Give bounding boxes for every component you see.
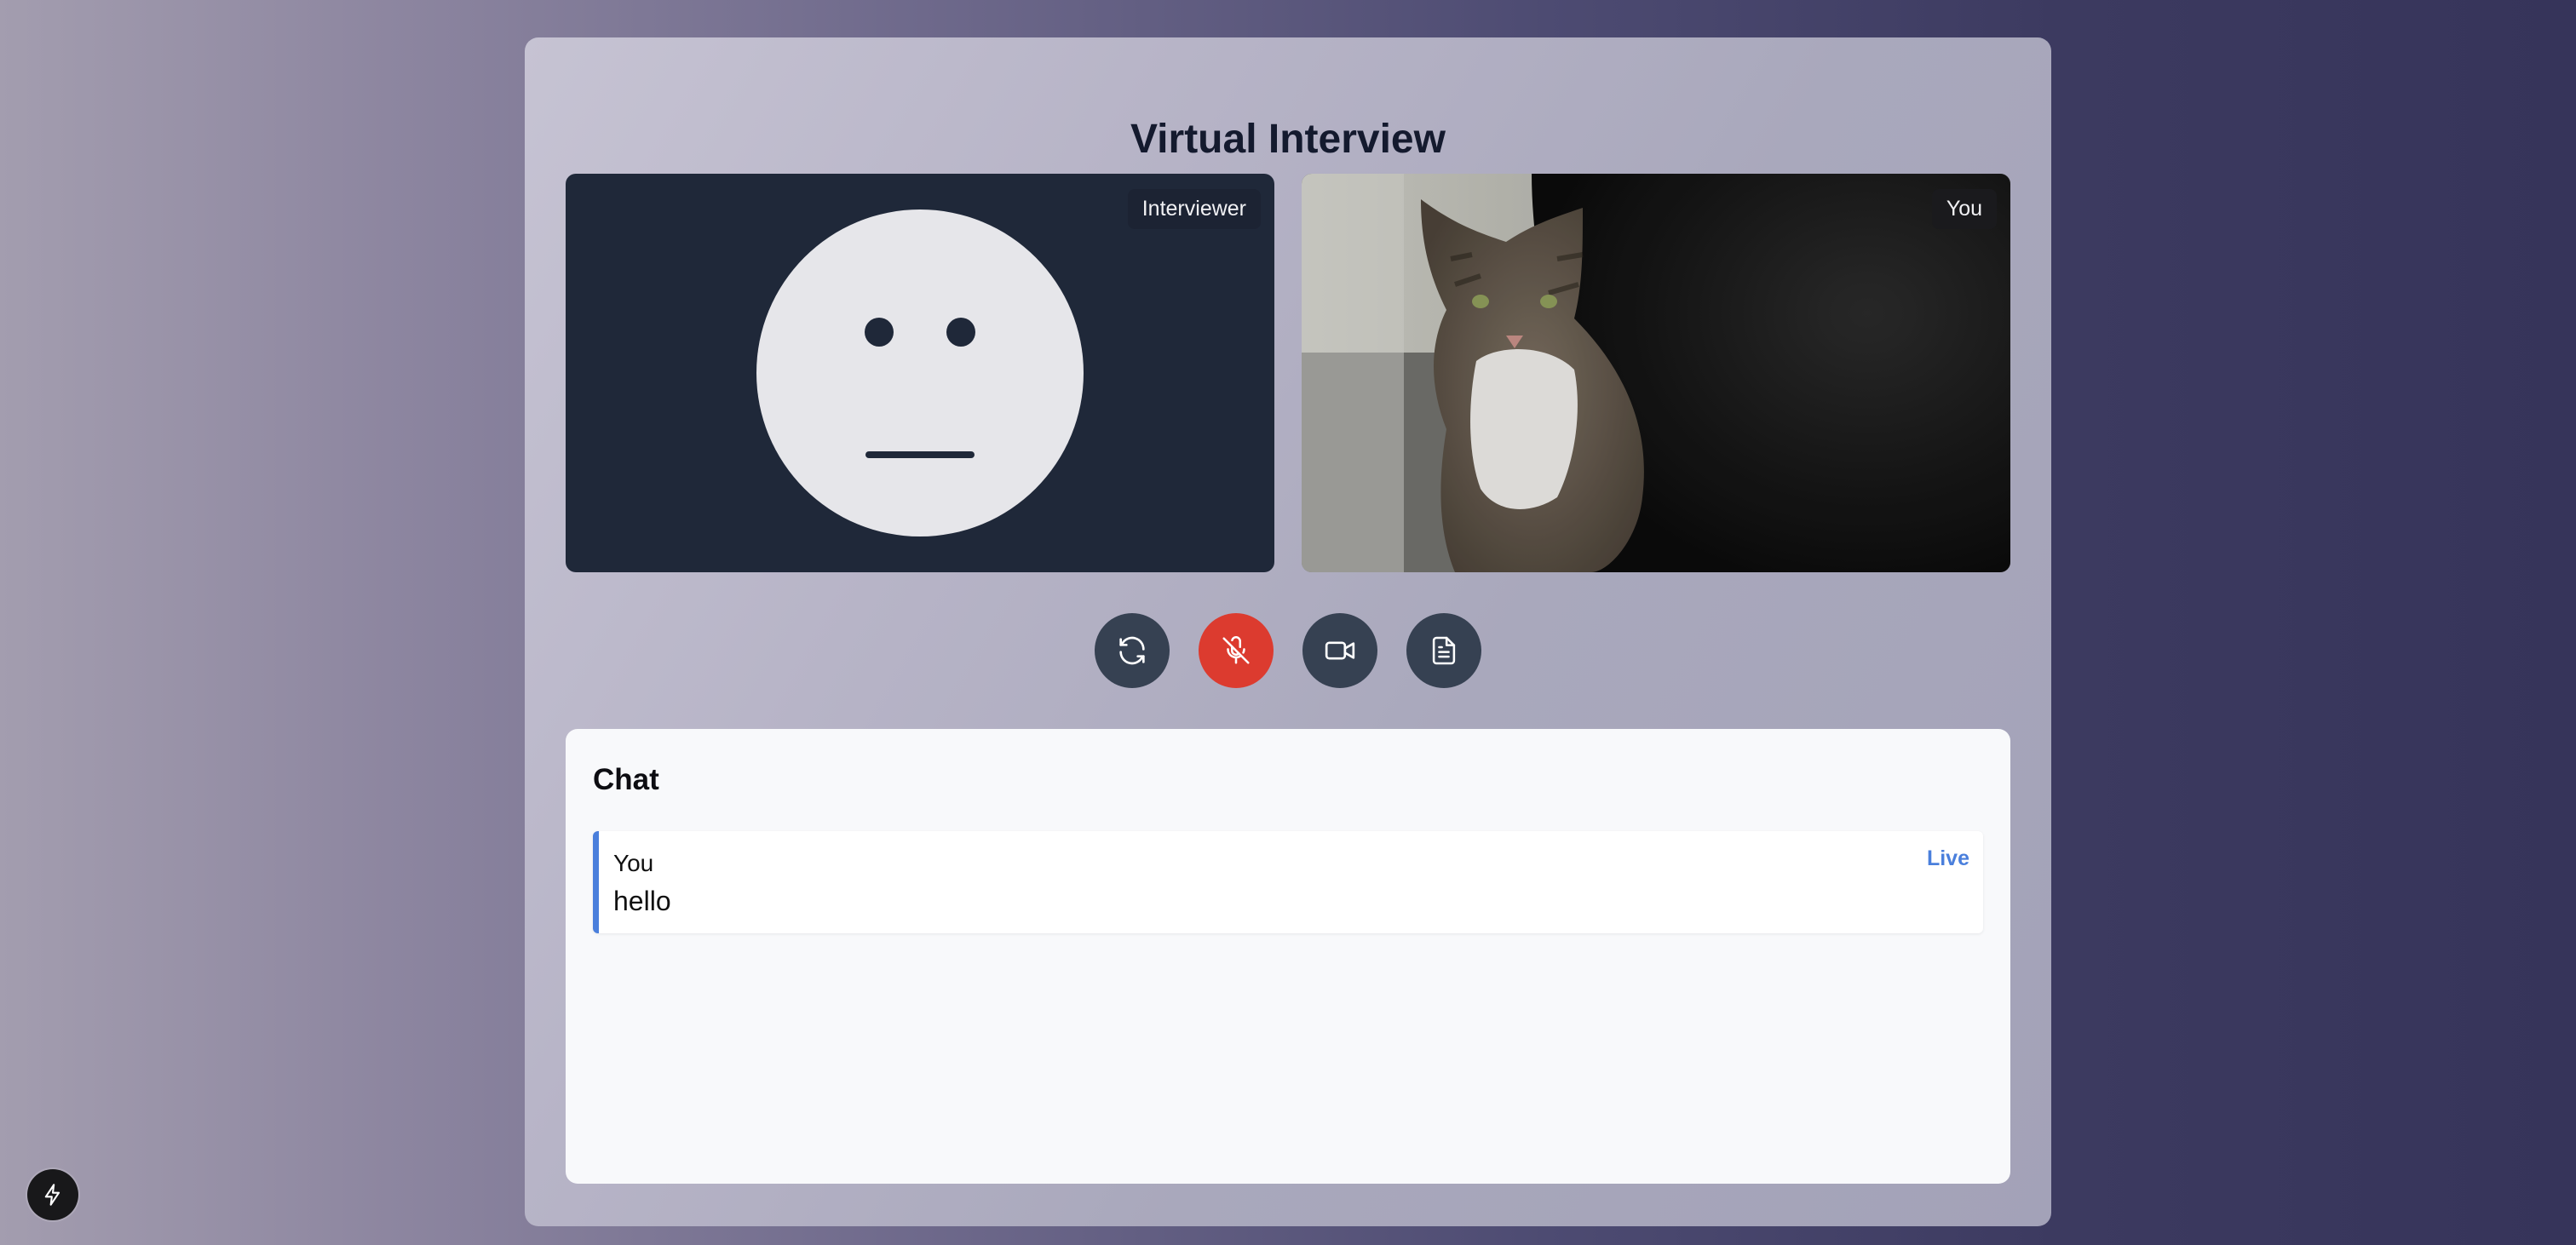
dev-tools-button[interactable] (27, 1169, 78, 1220)
video-toggle-button[interactable] (1302, 613, 1377, 688)
interviewer-video-tile: Interviewer (566, 174, 1274, 572)
interview-panel: Virtual Interview Interviewer You Chat Y… (525, 37, 2051, 1226)
mic-off-icon (1222, 636, 1250, 664)
mute-microphone-button[interactable] (1199, 613, 1274, 688)
neutral-face-avatar-icon (756, 209, 1084, 536)
self-video-tile: You (1302, 174, 2010, 572)
chat-heading: Chat (593, 763, 659, 796)
video-camera-icon (1325, 641, 1355, 660)
refresh-icon (1119, 636, 1145, 665)
document-button[interactable] (1406, 613, 1481, 688)
camera-feed-image (1302, 174, 2010, 572)
page-title: Virtual Interview (1130, 117, 1446, 162)
message-status-badge: Live (1926, 846, 1969, 870)
message-text: hello (613, 886, 671, 916)
call-controls (525, 613, 2051, 688)
interviewer-label: Interviewer (1127, 189, 1261, 229)
chat-panel: Chat You hello Live (566, 729, 2010, 1184)
chat-message: You hello Live (593, 831, 1983, 933)
lightning-bolt-icon (44, 1184, 60, 1206)
refresh-button[interactable] (1095, 613, 1170, 688)
self-label: You (1931, 189, 1997, 229)
document-icon (1432, 636, 1456, 665)
message-author: You (613, 850, 654, 876)
